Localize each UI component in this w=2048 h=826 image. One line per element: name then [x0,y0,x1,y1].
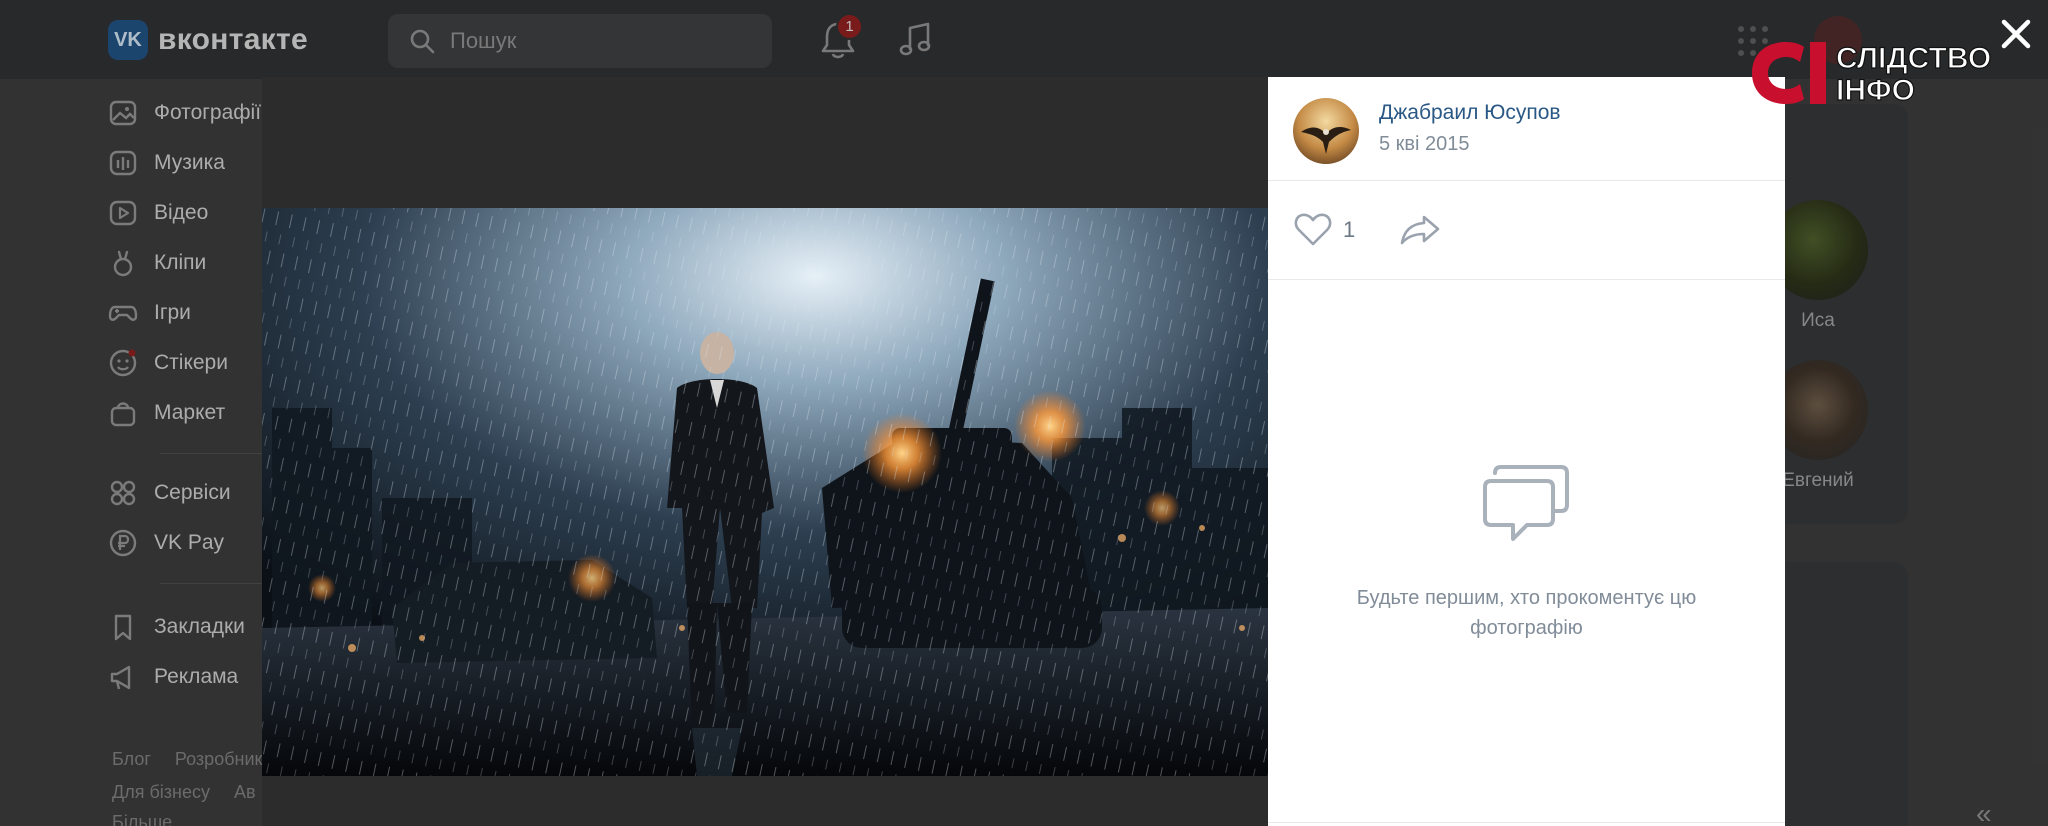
watermark-line1: СЛІДСТВО [1836,42,1991,75]
author-name-link[interactable]: Джабраил Юсупов [1379,101,1561,125]
like-heart-icon[interactable] [1293,210,1333,248]
slidstvo-info-watermark-logo: СЛІДСТВО ІНФО [1752,41,1992,108]
comment-input-area [1268,822,1785,826]
photo-side-panel: Джабраил Юсупов 5 кві 2015 1 Будьте перш… [1268,77,1785,826]
comments-empty-icon [1483,465,1569,541]
author-avatar[interactable] [1293,98,1359,164]
watermark-line2: ІНФО [1836,74,1915,107]
empty-comments-message: Будьте першим, хто прокоментує цю фотогр… [1356,587,1697,639]
photo-actions-bar: 1 [1268,181,1785,280]
photo-illustration [262,208,1268,776]
photo-image[interactable] [262,208,1268,776]
photo-author-header: Джабраил Юсупов 5 кві 2015 [1268,77,1785,181]
like-count: 1 [1343,217,1356,242]
eagle-avatar-image [1293,98,1359,164]
photo-date[interactable]: 5 кві 2015 [1379,133,1470,156]
share-arrow-icon[interactable] [1398,211,1442,247]
